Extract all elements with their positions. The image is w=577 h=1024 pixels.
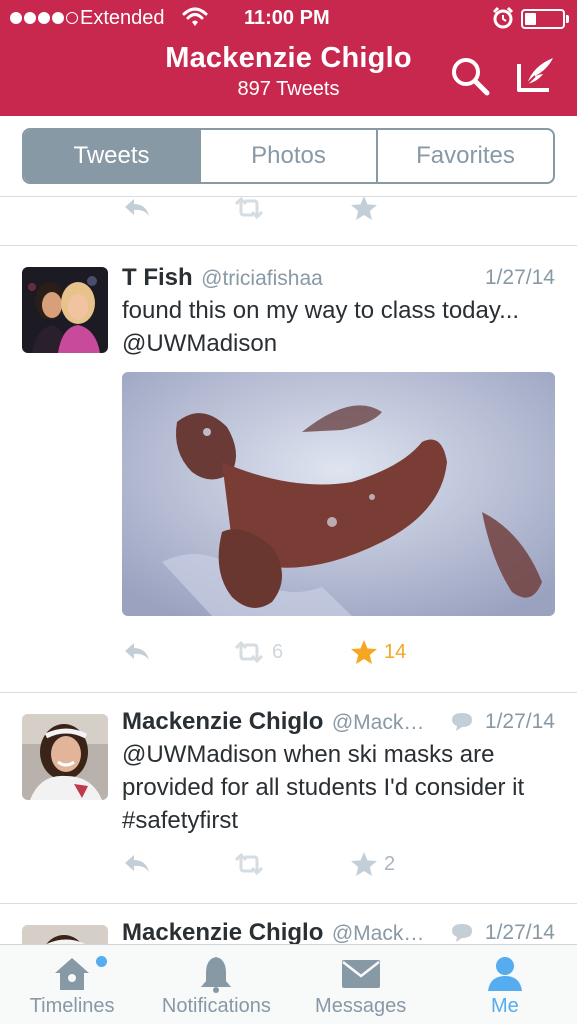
retweet-count: 6 bbox=[272, 640, 284, 663]
favorite-button[interactable]: 14 bbox=[350, 637, 406, 667]
tweet-text: @UWMadison when ski masks are provided f… bbox=[122, 738, 562, 837]
profile-header: Extended 11:00 PM Mackenzie Chiglo 897 T… bbox=[0, 0, 577, 116]
avatar[interactable] bbox=[22, 714, 108, 800]
snow-angel-photo bbox=[122, 372, 555, 616]
tab-tweets[interactable]: Tweets bbox=[24, 130, 199, 182]
reply-icon bbox=[125, 199, 149, 216]
reply-button[interactable] bbox=[122, 849, 152, 879]
author-name[interactable]: Mackenzie Chiglo bbox=[122, 919, 323, 944]
author-handle: @triciafishaa bbox=[201, 267, 323, 290]
carrier-name: Extended bbox=[80, 7, 165, 29]
battery-icon bbox=[521, 9, 565, 29]
tab-messages[interactable]: Messages bbox=[289, 945, 433, 1024]
retweet-icon bbox=[234, 852, 264, 876]
tweet-text-line: provided for all students I'd consider i… bbox=[122, 774, 525, 801]
search-button[interactable] bbox=[446, 52, 494, 100]
favorite-button[interactable]: 2 bbox=[350, 849, 395, 879]
envelope-icon bbox=[341, 960, 380, 988]
tweet-text-line[interactable]: @UWMadison bbox=[122, 327, 562, 360]
home-icon bbox=[55, 958, 90, 990]
tweet-photo[interactable] bbox=[122, 372, 555, 616]
conversation-icon bbox=[452, 713, 472, 731]
signal-strength-icon bbox=[10, 12, 78, 24]
tweet-item[interactable]: T Fish @triciafishaa 1/27/14 found this … bbox=[0, 246, 577, 692]
tweet-text-line: @UWMadison when ski masks are bbox=[122, 741, 495, 768]
tweet-text-line[interactable]: #safetyfirst bbox=[122, 804, 562, 837]
tweet-header: Mackenzie Chiglo @Mack… 1/27/14 bbox=[122, 919, 555, 944]
reply-icon bbox=[125, 643, 149, 660]
tab-favorites[interactable]: Favorites bbox=[376, 130, 553, 182]
tweet-item[interactable]: Mackenzie Chiglo @Mack… 1/27/14 bbox=[0, 904, 577, 944]
profile-segmented-control: Tweets Photos Favorites bbox=[22, 128, 555, 184]
tweet-date: 1/27/14 bbox=[484, 921, 555, 944]
avatar-photo bbox=[22, 714, 108, 800]
bottom-tab-bar: Timelines Notifications Messages Me bbox=[0, 944, 577, 1024]
author-handle: @Mack… bbox=[331, 711, 425, 734]
battery-tip bbox=[566, 15, 569, 23]
status-time: 11:00 PM bbox=[244, 7, 330, 29]
unread-badge-dot bbox=[96, 956, 107, 967]
avatar-photo bbox=[22, 925, 108, 944]
tab-label: Notifications bbox=[161, 995, 271, 1017]
star-icon bbox=[351, 640, 377, 664]
person-icon bbox=[487, 957, 522, 991]
star-icon bbox=[351, 852, 377, 876]
author-handle: @Mack… bbox=[331, 922, 425, 944]
author-name[interactable]: Mackenzie Chiglo bbox=[122, 708, 323, 735]
avatar-photo bbox=[22, 267, 108, 353]
tweet-actions: 2 bbox=[122, 849, 422, 879]
author-name[interactable]: T Fish bbox=[122, 264, 193, 291]
tab-notifications[interactable]: Notifications bbox=[144, 945, 288, 1024]
tweet-header: Mackenzie Chiglo @Mack… 1/27/14 bbox=[122, 708, 555, 740]
bell-icon bbox=[201, 957, 232, 993]
tab-timelines[interactable]: Timelines bbox=[0, 945, 144, 1024]
retweet-icon bbox=[234, 197, 264, 220]
tab-label: Timelines bbox=[29, 995, 115, 1017]
tweet-actions: 6 14 bbox=[122, 637, 422, 667]
tweet-date: 1/27/14 bbox=[484, 710, 555, 733]
reply-button[interactable] bbox=[122, 637, 152, 667]
avatar[interactable] bbox=[22, 925, 108, 944]
favorite-button[interactable] bbox=[350, 197, 378, 223]
search-icon bbox=[452, 58, 490, 96]
tweet-text: found this on my way to class today... @… bbox=[122, 294, 562, 360]
wifi-icon bbox=[182, 7, 208, 26]
conversation-icon bbox=[452, 924, 472, 942]
compose-button[interactable] bbox=[513, 52, 561, 100]
alarm-clock-icon bbox=[492, 6, 514, 29]
favorite-count: 2 bbox=[384, 852, 396, 875]
retweet-button[interactable]: 6 bbox=[232, 637, 283, 667]
favorite-count: 14 bbox=[384, 640, 407, 663]
retweet-button[interactable] bbox=[232, 197, 266, 223]
star-icon bbox=[351, 197, 377, 220]
compose-icon bbox=[517, 58, 553, 92]
tab-label: Me bbox=[490, 995, 519, 1017]
tweet-header: T Fish @triciafishaa 1/27/14 bbox=[122, 264, 555, 296]
tab-label: Messages bbox=[315, 995, 407, 1017]
tab-me[interactable]: Me bbox=[433, 945, 577, 1024]
retweet-button[interactable] bbox=[232, 849, 266, 879]
tweet-item[interactable]: Mackenzie Chiglo @Mack… 1/27/14 @UWMadis… bbox=[0, 693, 577, 903]
reply-button[interactable] bbox=[122, 197, 152, 223]
retweet-icon bbox=[234, 640, 264, 664]
avatar[interactable] bbox=[22, 267, 108, 353]
reply-icon bbox=[125, 855, 149, 872]
tab-photos[interactable]: Photos bbox=[199, 130, 376, 182]
tweet-feed[interactable]: T Fish @triciafishaa 1/27/14 found this … bbox=[0, 196, 577, 944]
previous-tweet-actions bbox=[122, 197, 422, 223]
status-bar: Extended 11:00 PM bbox=[0, 0, 577, 38]
tweet-text-line: found this on my way to class today... bbox=[122, 297, 520, 324]
tweet-date: 1/27/14 bbox=[484, 266, 555, 289]
